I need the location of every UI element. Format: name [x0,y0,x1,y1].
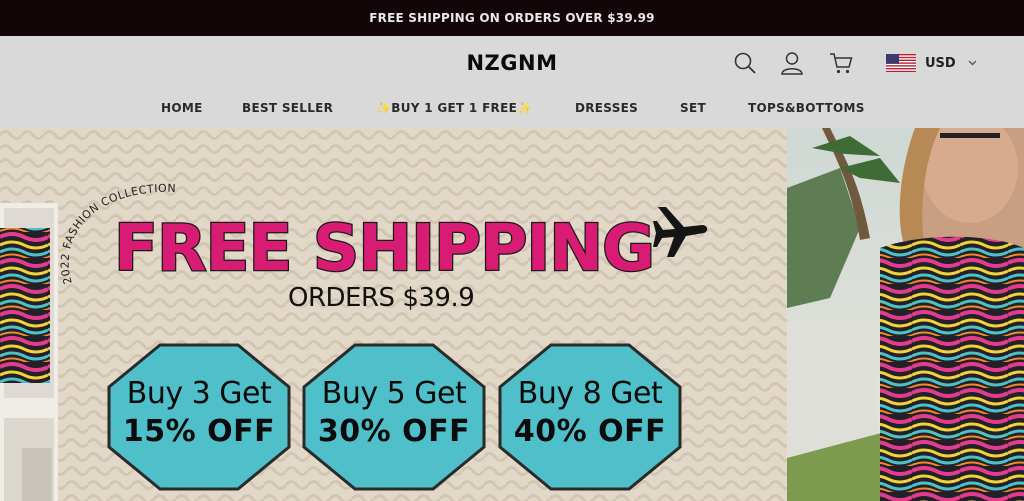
offer-3-line2: 40% OFF [513,414,667,449]
nav-item-buy1get1[interactable]: ✨BUY 1 GET 1 FREE✨ [376,101,532,115]
currency-selector[interactable]: USD [886,52,977,74]
hero-subline: ORDERS $39.9 [288,283,475,313]
nav-item-best-seller[interactable]: BEST SELLER [242,101,333,115]
main-nav: HOME BEST SELLER ✨BUY 1 GET 1 FREE✨ DRES… [0,101,1024,119]
offer-2-line2: 30% OFF [317,414,471,449]
chevron-down-icon [968,60,977,66]
nav-item-set[interactable]: SET [680,101,706,115]
offer-badge-3[interactable]: Buy 8 Get 40% OFF [497,342,683,492]
currency-label: USD [925,55,956,71]
offer-badge-1[interactable]: Buy 3 Get 15% OFF [106,342,292,492]
us-flag-icon [886,54,916,72]
announcement-bar: FREE SHIPPING ON ORDERS OVER $39.99 [0,0,1024,36]
offer-2-line1: Buy 5 Get [321,376,467,411]
user-icon[interactable] [779,50,805,76]
hero-banner[interactable]: 2022 FASHION COLLECTION FREE SHIPPING OR… [0,128,1024,501]
hero-headline: FREE SHIPPING [113,211,657,278]
offer-1-line2: 15% OFF [122,414,276,449]
offer-3-line1: Buy 8 Get [517,376,663,411]
cart-icon[interactable] [828,50,854,76]
search-icon[interactable] [732,50,758,76]
airplane-icon [653,207,708,257]
site-header: NZGNM USD HOME BEST SELLER ✨BUY 1 GET 1 … [0,36,1024,128]
nav-item-dresses[interactable]: DRESSES [575,101,638,115]
store-logo[interactable]: NZGNM [0,51,1024,75]
svg-text:FREE SHIPPING: FREE SHIPPING [114,212,654,278]
nav-item-tops-bottoms[interactable]: TOPS&BOTTOMS [748,101,865,115]
nav-item-home[interactable]: HOME [161,101,203,115]
announcement-text: FREE SHIPPING ON ORDERS OVER $39.99 [369,11,655,25]
offer-badge-2[interactable]: Buy 5 Get 30% OFF [301,342,487,492]
offer-1-line1: Buy 3 Get [126,376,272,411]
